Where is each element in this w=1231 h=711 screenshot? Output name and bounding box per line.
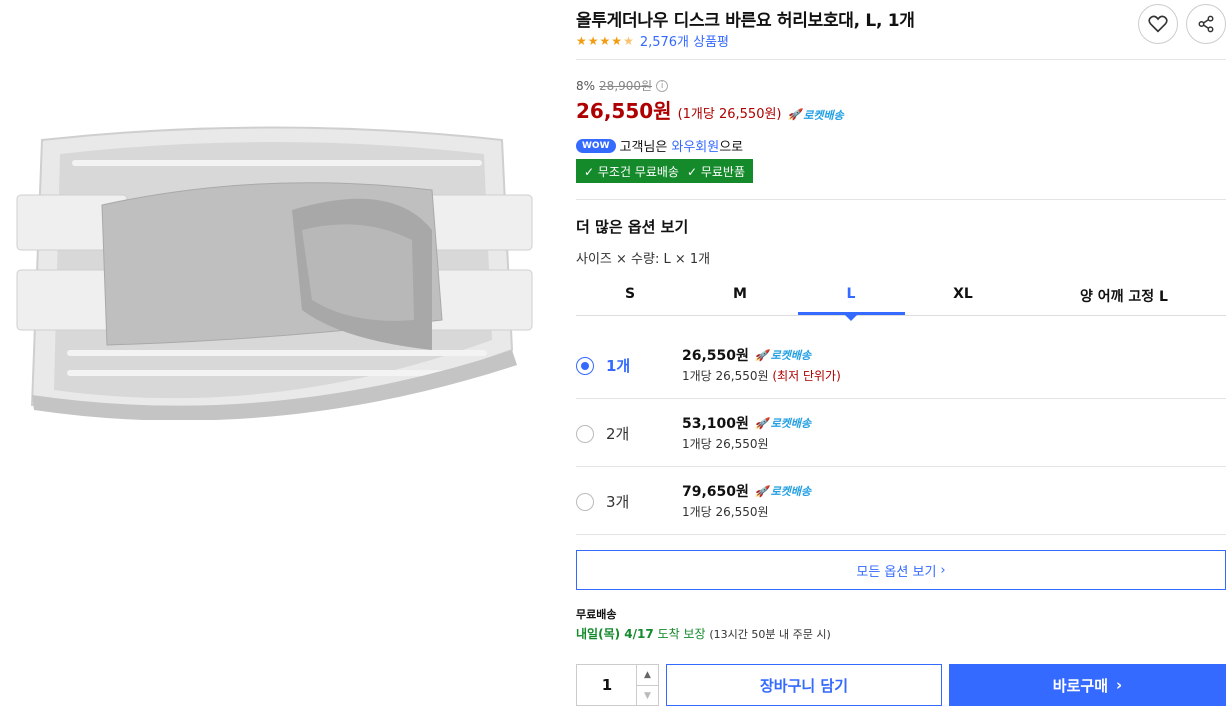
option-unit-price: 1개당 26,550원 (682, 437, 769, 451)
half-star-icon: ★ (623, 33, 634, 48)
view-all-options-label: 모든 옵션 보기 (856, 564, 937, 580)
discount-info: 8% 28,900원 i (576, 77, 669, 94)
quantity-option-3[interactable]: 3개 79,650원 🚀 로켓배송 1개당 26,550원 (576, 467, 1226, 535)
share-icon (1198, 15, 1214, 33)
option-unit-price: 1개당 26,550원 (최저 단위가) (682, 367, 841, 384)
rocket-delivery-badge: 🚀 로켓배송 (755, 483, 811, 499)
info-icon[interactable]: i (656, 79, 669, 92)
order-deadline-note: (13시간 50분 내 주문 시) (709, 628, 831, 641)
wishlist-button[interactable] (1138, 4, 1178, 44)
quantity-input[interactable]: 1 (577, 665, 637, 705)
star-rating: ★ ★ ★ ★ ★ (576, 35, 634, 47)
rocket-delivery-badge: 🚀 로켓배송 (788, 107, 844, 123)
option-quantity: 3개 (606, 493, 630, 511)
star-icon: ★ (611, 33, 623, 48)
review-count-link[interactable]: 2,576개 상품평 (640, 31, 729, 50)
option-unit-text: 1개당 26,550원 (682, 369, 769, 383)
delivery-date: 내일(목) 4/17 (576, 627, 654, 641)
rocket-delivery-badge: 🚀 로켓배송 (755, 347, 811, 363)
add-to-cart-button[interactable]: 장바구니 담기 (666, 664, 942, 706)
option-price: 53,100원 (682, 416, 749, 432)
wow-member-link[interactable]: 와우회원 (671, 136, 719, 155)
original-price: 28,900원 (599, 79, 653, 93)
tab-size-l[interactable]: L (847, 286, 856, 302)
tab-size-both-shoulder-l[interactable]: 양 어깨 고정 L (1080, 286, 1168, 306)
wow-prefix: 고객님은 (619, 140, 668, 155)
active-tab-caret (845, 315, 857, 321)
divider (576, 59, 1226, 60)
free-return-benefit: ✓ 무료반품 (686, 164, 745, 179)
option-quantity: 1개 (606, 357, 631, 375)
chevron-down-icon[interactable]: ▼ (637, 685, 658, 705)
chevron-up-icon[interactable]: ▲ (637, 665, 658, 685)
option-quantity: 2개 (606, 425, 630, 443)
view-all-options-button[interactable]: 모든 옵션 보기 › (576, 550, 1226, 590)
rocket-icon: 🚀 (754, 484, 769, 498)
free-shipping-badge: ✓ 무조건 무료배송 ✓ 무료반품 (576, 159, 753, 183)
quantity-option-1[interactable]: 1개 26,550원 🚀 로켓배송 1개당 26,550원 (최저 단위가) (576, 331, 1226, 399)
divider (576, 199, 1226, 200)
rocket-icon: 🚀 (754, 348, 769, 362)
wow-badge: WOW (576, 138, 616, 153)
star-icon: ★ (599, 33, 611, 48)
rocket-label: 로켓배송 (770, 485, 812, 498)
rating-summary[interactable]: ★ ★ ★ ★ ★ 2,576개 상품평 (576, 31, 729, 51)
delivery-guarantee: 내일(목) 4/17 도착 보장 (13시간 50분 내 주문 시) (576, 625, 831, 642)
price-line: 26,550원 (1개당 26,550원) 🚀 로켓배송 (576, 95, 844, 124)
chevron-right-icon: › (940, 562, 946, 578)
quantity-stepper[interactable]: 1 ▲ ▼ (576, 664, 659, 706)
rocket-delivery-badge: 🚀 로켓배송 (755, 415, 811, 431)
size-tabs: S M L XL 양 어깨 고정 L (576, 280, 1226, 321)
option-price: 79,650원 (682, 484, 749, 500)
more-options-heading: 더 많은 옵션 보기 (576, 218, 689, 236)
discount-rate: 8% (576, 78, 596, 93)
product-title: 올투게더나우 디스크 바른요 허리보호대, L, 1개 (576, 11, 915, 31)
option-unit-price: 1개당 26,550원 (682, 505, 769, 519)
free-shipping-benefit: ✓ 무조건 무료배송 (584, 164, 679, 179)
lowest-unit-note: (최저 단위가) (772, 369, 841, 383)
stepper-controls: ▲ ▼ (636, 665, 658, 705)
delivery-guarantee-text: 도착 보장 (657, 627, 706, 641)
buy-now-button[interactable]: 바로구매 › (949, 664, 1226, 706)
tab-size-xl[interactable]: XL (953, 286, 973, 302)
option-price-line: 79,650원 🚀 로켓배송 (682, 481, 811, 501)
buy-now-label: 바로구매 (1052, 676, 1108, 695)
radio-button[interactable] (576, 357, 594, 375)
star-icon: ★ (587, 33, 599, 48)
rocket-label: 로켓배송 (803, 108, 844, 122)
option-price-line: 53,100원 🚀 로켓배송 (682, 413, 811, 433)
tab-size-s[interactable]: S (625, 286, 635, 302)
product-image-back-brace (16, 126, 533, 420)
quantity-option-2[interactable]: 2개 53,100원 🚀 로켓배송 1개당 26,550원 (576, 399, 1226, 467)
radio-button[interactable] (576, 425, 594, 443)
tab-size-m[interactable]: M (733, 286, 747, 302)
shipping-title: 무료배송 (576, 608, 617, 621)
wow-membership-line: WOW 고객님은 와우회원 으로 (576, 136, 743, 155)
share-button[interactable] (1186, 4, 1226, 44)
option-price: 26,550원 (682, 348, 749, 364)
option-price-line: 26,550원 🚀 로켓배송 (682, 345, 811, 365)
product-image-area[interactable] (0, 0, 560, 711)
rocket-icon: 🚀 (787, 108, 802, 121)
radio-button[interactable] (576, 493, 594, 511)
selected-option-summary: 사이즈 × 수량: L × 1개 (576, 252, 711, 267)
rocket-label: 로켓배송 (770, 417, 812, 430)
rocket-icon: 🚀 (754, 416, 769, 430)
rocket-label: 로켓배송 (770, 349, 812, 362)
sale-price: 26,550원 (576, 99, 672, 123)
chevron-right-icon: › (1116, 676, 1123, 694)
heart-icon (1148, 15, 1168, 33)
star-icon: ★ (576, 33, 587, 48)
wow-suffix: 으로 (719, 140, 744, 155)
unit-price: (1개당 26,550원) (677, 107, 782, 122)
